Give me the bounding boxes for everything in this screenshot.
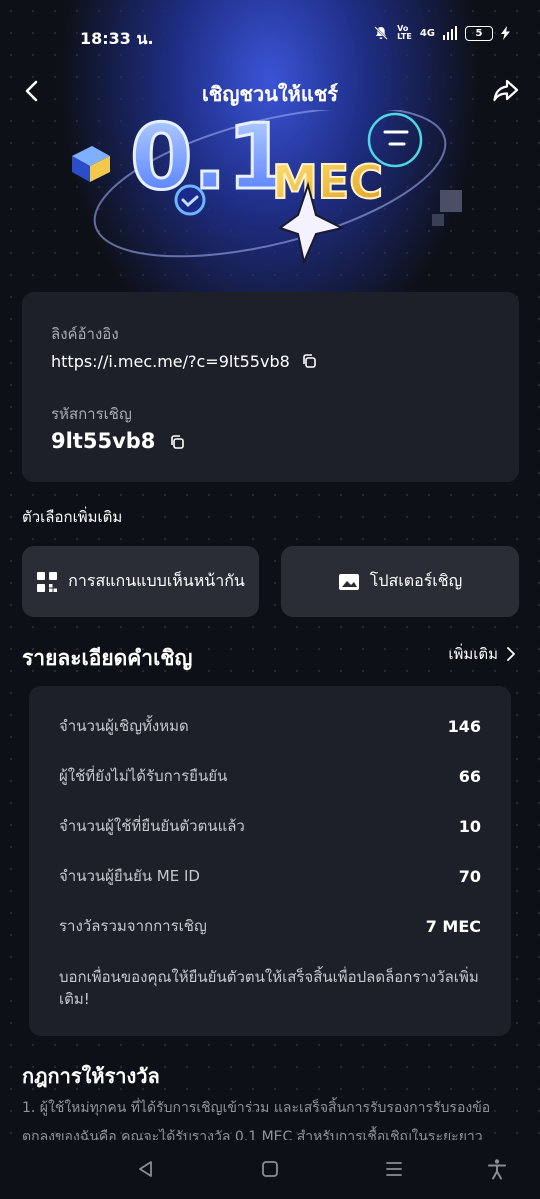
- qr-grid-icon: [37, 571, 58, 592]
- volte-icon: Vo LTE: [397, 24, 412, 41]
- poster-image-icon: [338, 573, 359, 590]
- hero-amount: 0.1: [130, 110, 289, 210]
- referral-card: ลิงค์อ้างอิง https://i.mec.me/?c=9lt55vb…: [22, 292, 519, 482]
- stat-row-unverified: ผู้ใช้ที่ยังไม่ได้รับการยืนยัน 66: [59, 764, 481, 788]
- share-icon[interactable]: [492, 78, 520, 104]
- signal-icon: [443, 26, 457, 40]
- status-icons: Vo LTE 4G 5: [373, 25, 510, 41]
- charging-icon: [501, 26, 510, 40]
- battery-level: 5: [475, 27, 483, 39]
- invite-poster-button[interactable]: โปสเตอร์เชิญ: [281, 546, 519, 617]
- referral-link-value: https://i.mec.me/?c=9lt55vb8: [51, 352, 290, 371]
- status-bar: 18:33 น. Vo LTE 4G 5: [0, 0, 540, 72]
- stat-label: รางวัลรวมจากการเชิญ: [59, 917, 207, 935]
- invite-code-label: รหัสการเชิญ: [51, 405, 132, 423]
- mute-bell-icon: [374, 26, 388, 40]
- nav-bar: เชิญชวนให้แชร์: [0, 72, 540, 112]
- stat-label: จำนวนผู้ใช้ที่ยืนยันตัวตนแล้ว: [59, 817, 245, 835]
- more-details-link[interactable]: เพิ่มเติม: [448, 642, 516, 666]
- stat-label: จำนวนผู้เชิญทั้งหมด: [59, 717, 189, 735]
- face-to-face-scan-button[interactable]: การสแกนแบบเห็นหน้ากัน: [22, 546, 259, 617]
- cube-decoration: [72, 146, 110, 182]
- invite-poster-label: โปสเตอร์เชิญ: [369, 571, 463, 590]
- system-nav-bar: [0, 1140, 540, 1199]
- accessibility-icon[interactable]: [486, 1158, 508, 1180]
- stat-row-total-invited: จำนวนผู้เชิญทั้งหมด 146: [59, 714, 481, 738]
- stat-value: 66: [458, 766, 481, 786]
- stat-label: ผู้ใช้ที่ยังไม่ได้รับการยืนยัน: [59, 767, 228, 785]
- status-time: 18:33 น.: [80, 29, 154, 48]
- invite-code-value: 9lt55vb8: [51, 429, 156, 453]
- stat-value: 70: [458, 866, 481, 886]
- stat-value: 10: [458, 816, 481, 836]
- stat-row-me-id: จำนวนผู้ยืนยัน ME ID 70: [59, 864, 481, 888]
- copy-code-icon[interactable]: [169, 434, 185, 450]
- stat-value: 7 MEC: [425, 916, 481, 936]
- referral-link-row[interactable]: https://i.mec.me/?c=9lt55vb8: [51, 352, 317, 371]
- stat-row-verified: จำนวนผู้ใช้ที่ยืนยันตัวตนแล้ว 10: [59, 814, 481, 838]
- page-title: เชิญชวนให้แชร์: [201, 82, 339, 106]
- hero-illustration: 0.1 MEC: [72, 110, 462, 266]
- chevron-right-icon: [507, 647, 515, 661]
- network-label: 4G: [419, 27, 435, 39]
- copy-link-icon[interactable]: [301, 353, 317, 369]
- invite-code-row[interactable]: 9lt55vb8: [51, 429, 185, 453]
- face-to-face-scan-label: การสแกนแบบเห็นหน้ากัน: [68, 571, 245, 590]
- nav-back-icon[interactable]: [135, 1158, 157, 1180]
- invite-details-card: จำนวนผู้เชิญทั้งหมด 146 ผู้ใช้ที่ยังไม่ไ…: [29, 686, 511, 1036]
- nav-home-icon[interactable]: [259, 1158, 281, 1180]
- stat-label: จำนวนผู้ยืนยัน ME ID: [59, 867, 200, 885]
- invite-details-title: รายละเอียดคำเชิญ: [22, 646, 193, 670]
- verify-reminder-note: บอกเพื่อนของคุณให้ยืนยันตัวตนให้เสร็จสิ้…: [59, 968, 479, 1008]
- stat-value: 146: [447, 716, 481, 736]
- hero-currency: MEC: [272, 155, 383, 209]
- reward-rules-title: กฎการให้รางวัล: [22, 1064, 160, 1088]
- more-details-label: เพิ่มเติม: [448, 645, 498, 663]
- nav-menu-icon[interactable]: [383, 1158, 405, 1180]
- battery-icon: 5: [465, 25, 493, 41]
- stat-row-total-reward: รางวัลรวมจากการเชิญ 7 MEC: [59, 914, 481, 938]
- more-options-label: ตัวเลือกเพิ่มเติม: [22, 508, 123, 526]
- referral-link-label: ลิงค์อ้างอิง: [51, 325, 119, 343]
